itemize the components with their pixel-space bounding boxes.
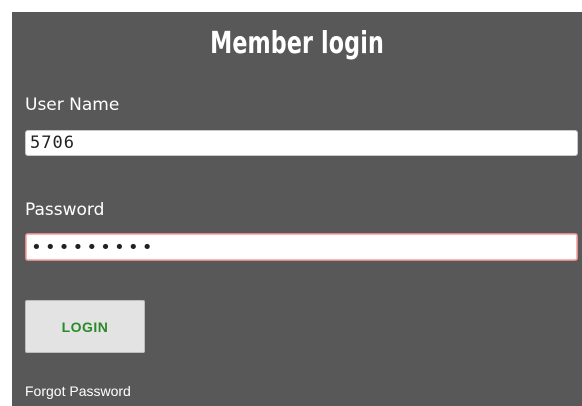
username-input[interactable] (25, 130, 578, 156)
password-label: Password (25, 200, 105, 220)
forgot-password-link[interactable]: Forgot Password (25, 383, 131, 399)
login-button[interactable]: LOGIN (25, 300, 145, 353)
member-login-panel: Member login User Name Password LOGIN Fo… (12, 12, 582, 406)
password-input[interactable] (25, 233, 578, 261)
member-login-title: Member login (210, 26, 384, 61)
username-label: User Name (25, 95, 120, 115)
